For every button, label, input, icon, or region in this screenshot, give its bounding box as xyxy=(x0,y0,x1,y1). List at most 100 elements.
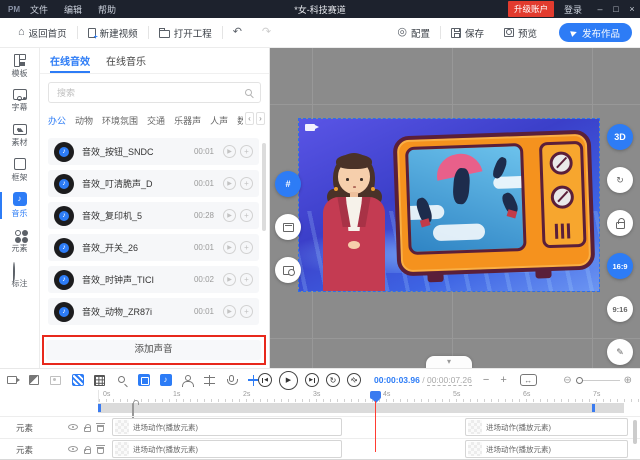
home-button[interactable]: ⌂ 返回首页 xyxy=(18,26,67,40)
image-tool-button[interactable] xyxy=(49,374,62,387)
category-digital[interactable]: 数字 xyxy=(237,114,243,129)
scene-tool-button[interactable] xyxy=(27,374,40,387)
lock-icon[interactable] xyxy=(84,427,91,432)
category-ambience[interactable]: 环境氛围 xyxy=(102,114,138,129)
login-button[interactable]: 登录 xyxy=(564,3,582,16)
video-tool-button[interactable] xyxy=(5,374,18,387)
tab-online-music[interactable]: 在线音乐 xyxy=(106,48,146,73)
zoom-out-icon[interactable]: ⊖ xyxy=(563,375,571,386)
play-button[interactable]: ▶ xyxy=(279,371,298,390)
add-button[interactable]: + xyxy=(240,273,253,286)
lock-button[interactable] xyxy=(607,210,633,236)
retro-tv-graphic[interactable] xyxy=(393,130,596,277)
sidebar-item-material[interactable]: 素材 xyxy=(0,118,39,153)
loop-button[interactable]: ↻ xyxy=(326,373,340,387)
sidebar-item-subtitle[interactable]: 字幕 xyxy=(0,83,39,118)
category-office[interactable]: 办公 xyxy=(48,114,66,129)
save-button[interactable]: 保存 xyxy=(451,26,484,40)
sidebar-item-template[interactable]: 模板 xyxy=(0,48,39,83)
duration-minus-button[interactable]: − xyxy=(483,374,489,386)
add-button[interactable]: + xyxy=(240,209,253,222)
upgrade-account-button[interactable]: 升级账户 xyxy=(508,1,554,17)
timeline-scrollbar[interactable] xyxy=(633,420,637,444)
sidebar-item-element[interactable]: 元素 xyxy=(0,223,39,258)
play-button[interactable]: ▶ xyxy=(223,145,236,158)
sidebar-item-music[interactable]: ♪ 音乐 xyxy=(0,188,39,223)
maximize-button[interactable]: □ xyxy=(608,4,624,14)
add-button[interactable]: + xyxy=(240,241,253,254)
playhead[interactable] xyxy=(370,390,382,454)
scene-start-marker[interactable] xyxy=(98,404,101,412)
sound-item[interactable]: ♪ 音效_按钮_SNDC 00:01 ▶ + xyxy=(48,138,259,165)
presenter-character[interactable] xyxy=(317,153,397,292)
sound-item[interactable]: ♪ 音效_复印机_5 00:28 ▶ + xyxy=(48,202,259,229)
menu-edit[interactable]: 编辑 xyxy=(64,3,82,16)
layout-settings-button[interactable] xyxy=(275,257,301,283)
category-traffic[interactable]: 交通 xyxy=(147,114,165,129)
redo-button[interactable]: ↷ xyxy=(262,27,271,38)
search-box[interactable] xyxy=(48,82,261,103)
playhead-handle[interactable] xyxy=(370,391,381,399)
config-button[interactable]: ◎ 配置 xyxy=(397,26,430,40)
scene-track-bar[interactable] xyxy=(98,403,624,413)
trash-icon[interactable] xyxy=(97,425,104,432)
magic-search-button[interactable] xyxy=(115,374,128,387)
sound-item[interactable]: ♪ 音效_时钟声_TICI 00:02 ▶ + xyxy=(48,266,259,293)
zoom-slider[interactable] xyxy=(576,380,620,381)
collapse-handle[interactable]: ▾ xyxy=(426,356,472,368)
ratio-16-9-button[interactable]: 16:9 xyxy=(607,253,633,279)
caption-tool-button[interactable] xyxy=(137,374,150,387)
timeline-clip[interactable]: 进场动作(播放元素) xyxy=(465,440,628,458)
timeline-clip[interactable]: 进场动作(播放元素) xyxy=(112,418,342,436)
fullscreen-button[interactable]: ⇄ xyxy=(347,373,361,387)
stage-canvas[interactable]: # 3D ↻ 16:9 9:16 ✎ ▾ xyxy=(270,48,640,368)
scene-end-marker[interactable] xyxy=(592,404,595,412)
character-tool-button[interactable] xyxy=(181,374,194,387)
play-button[interactable]: ▶ xyxy=(223,177,236,190)
skip-end-button[interactable]: ▶ xyxy=(305,373,319,387)
zoom-in-icon[interactable]: ⊕ xyxy=(624,375,632,386)
skip-start-button[interactable]: ◀ xyxy=(258,373,272,387)
category-instrument[interactable]: 乐器声 xyxy=(174,114,201,129)
category-voice[interactable]: 人声 xyxy=(210,114,228,129)
effect-tool-button[interactable] xyxy=(71,374,84,387)
add-button[interactable]: + xyxy=(240,305,253,318)
music-tool-button[interactable]: ♪ xyxy=(159,374,172,387)
category-animal[interactable]: 动物 xyxy=(75,114,93,129)
menu-file[interactable]: 文件 xyxy=(30,3,48,16)
layout-button[interactable] xyxy=(275,214,301,240)
mode-3d-button[interactable]: 3D xyxy=(607,124,633,150)
fit-timeline-button[interactable]: ↔ xyxy=(520,374,537,386)
rotate-button[interactable]: ↻ xyxy=(607,167,633,193)
record-voice-button[interactable] xyxy=(225,374,238,387)
trash-icon[interactable] xyxy=(97,447,104,454)
menu-help[interactable]: 帮助 xyxy=(98,3,116,16)
timeline-ruler[interactable]: 0s 1s 2s 3s 4s 5s 6s 7s xyxy=(98,390,640,402)
add-sound-button[interactable]: 添加声音 xyxy=(46,340,261,360)
lock-icon[interactable] xyxy=(84,449,91,454)
rig-tool-button[interactable] xyxy=(203,374,216,387)
grid-toggle-button[interactable]: # xyxy=(275,171,301,197)
close-button[interactable]: × xyxy=(624,4,640,14)
zoom-slider-handle[interactable] xyxy=(576,377,583,384)
timeline-clip[interactable]: 进场动作(播放元素) xyxy=(465,418,628,436)
add-button[interactable]: + xyxy=(240,177,253,190)
category-next-button[interactable]: › xyxy=(256,112,265,125)
play-button[interactable]: ▶ xyxy=(223,209,236,222)
edit-button[interactable]: ✎ xyxy=(607,339,633,365)
visibility-icon[interactable] xyxy=(68,424,78,430)
timeline-clip[interactable]: 进场动作(播放元素) xyxy=(112,440,342,458)
undo-button[interactable]: ↶ xyxy=(233,27,242,38)
tab-online-sfx[interactable]: 在线音效 xyxy=(50,48,90,73)
video-preview-frame[interactable] xyxy=(298,118,600,292)
search-input[interactable] xyxy=(49,88,245,98)
add-button[interactable]: + xyxy=(240,145,253,158)
panel-scrollbar[interactable] xyxy=(262,143,266,231)
sound-item[interactable]: ♪ 音效_动物_ZR87i 00:01 ▶ + xyxy=(48,298,259,325)
open-project-button[interactable]: 打开工程 xyxy=(159,26,212,40)
sidebar-item-frame[interactable]: 框架 xyxy=(0,153,39,188)
category-prev-button[interactable]: ‹ xyxy=(245,112,254,125)
play-button[interactable]: ▶ xyxy=(223,241,236,254)
sidebar-item-annotation[interactable]: 标注 xyxy=(0,258,39,293)
play-button[interactable]: ▶ xyxy=(223,305,236,318)
